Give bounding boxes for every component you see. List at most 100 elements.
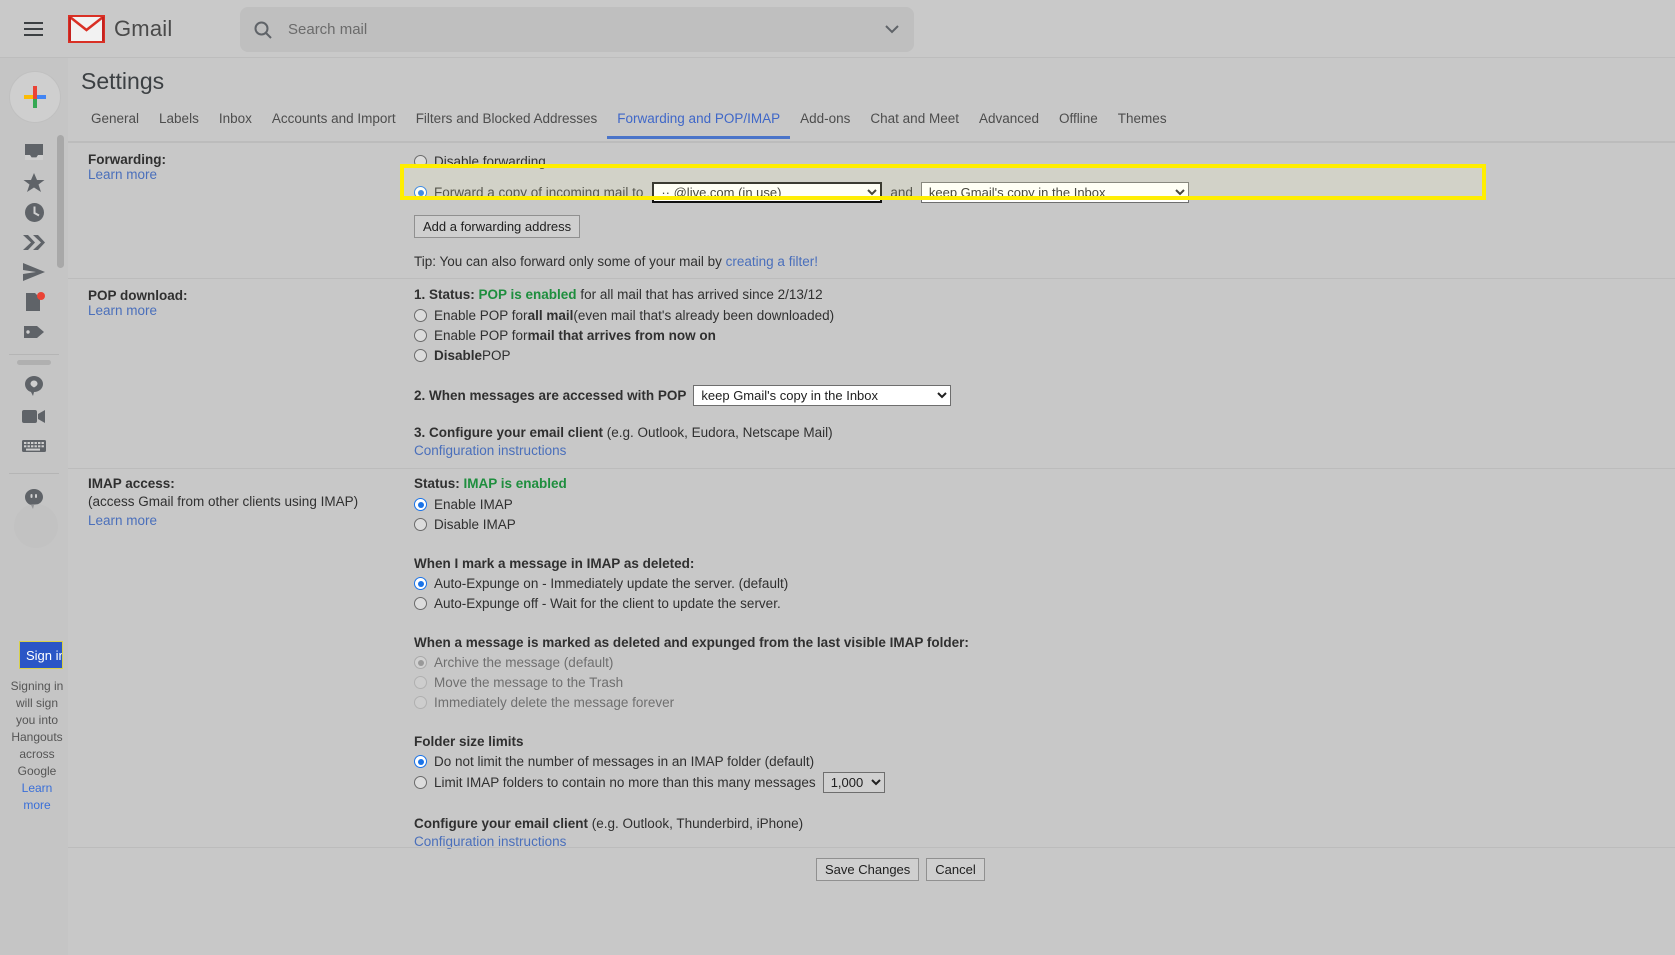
folder-size-limits-heading: Folder size limits <box>414 734 524 749</box>
option-no-folder-limit-label: Do not limit the number of messages in a… <box>434 754 815 769</box>
draft-icon <box>26 292 45 311</box>
sidebar-item-categories[interactable] <box>0 317 68 347</box>
radio-pop-from-now-on[interactable] <box>414 329 427 342</box>
forwarding-learn-more-link[interactable]: Learn more <box>88 167 157 182</box>
option-enable-imap[interactable]: Enable IMAP <box>414 495 969 514</box>
chevron-down-icon[interactable] <box>870 25 914 34</box>
tab-chat-and-meet[interactable]: Chat and Meet <box>860 108 969 136</box>
creating-a-filter-link[interactable]: creating a filter! <box>726 254 818 269</box>
hangouts-watermark <box>14 504 58 548</box>
radio-no-folder-limit[interactable] <box>414 755 427 768</box>
search-input[interactable] <box>286 7 870 52</box>
pop-learn-more-link[interactable]: Learn more <box>88 303 157 318</box>
tab-forwarding-and-pop-imap[interactable]: Forwarding and POP/IMAP <box>607 108 791 139</box>
sidebar-item-meet[interactable] <box>0 401 68 431</box>
plus-icon <box>24 86 46 108</box>
imap-body: Status: IMAP is enabled Enable IMAP Disa… <box>414 476 969 849</box>
brand-label: Gmail <box>114 15 173 41</box>
tab-inbox[interactable]: Inbox <box>209 108 262 136</box>
radio-disable-forwarding[interactable] <box>414 155 427 168</box>
option-archive-message: Archive the message (default) <box>414 653 969 672</box>
option-folder-limit[interactable]: Limit IMAP folders to contain no more th… <box>414 772 969 793</box>
option-folder-limit-label: Limit IMAP folders to contain no more th… <box>434 775 816 790</box>
imap-deleted-heading: When I mark a message in IMAP as deleted… <box>414 556 695 571</box>
tab-themes[interactable]: Themes <box>1108 108 1177 136</box>
imap-learn-more-link[interactable]: Learn more <box>88 513 157 528</box>
forwarding-label: Forwarding: <box>88 152 166 167</box>
sidebar-item-chat[interactable] <box>0 371 68 401</box>
save-changes-button[interactable]: Save Changes <box>816 858 920 881</box>
sidebar-item-important[interactable] <box>0 227 68 257</box>
option-disable-forwarding[interactable]: Disable forwarding <box>414 152 1189 171</box>
sidebar-item-inbox[interactable] <box>0 137 68 167</box>
page-title: Settings <box>81 68 165 94</box>
footer-divider <box>68 847 1675 848</box>
option-archive-message-label: Archive the message (default) <box>434 655 614 670</box>
search-bar[interactable] <box>240 7 914 52</box>
rail-resize-handle[interactable] <box>17 360 51 365</box>
radio-move-to-trash <box>414 676 427 689</box>
option-pop-from-now-on[interactable]: Enable POP for mail that arrives from no… <box>414 326 951 345</box>
pop-body: 1. Status: POP is enabled for all mail t… <box>414 287 952 458</box>
imap-configure-client: Configure your email client (e.g. Outloo… <box>414 816 969 831</box>
pop-step3: 3. Configure your email client (e.g. Out… <box>414 425 951 440</box>
sign-in-learn-more-link[interactable]: Learn more <box>22 781 53 812</box>
radio-auto-expunge-off[interactable] <box>414 597 427 610</box>
tab-accounts-and-import[interactable]: Accounts and Import <box>262 108 406 136</box>
gmail-brand[interactable]: Gmail <box>68 14 173 43</box>
chat-bubble-icon <box>25 376 43 396</box>
option-forward-copy[interactable]: Forward a copy of incoming mail to ·· @l… <box>414 182 1189 203</box>
tab-offline[interactable]: Offline <box>1049 108 1108 136</box>
cancel-button[interactable]: Cancel <box>926 858 985 881</box>
imap-sublabel: (access Gmail from other clients using I… <box>88 494 359 509</box>
option-pop-disable[interactable]: Disable POP <box>414 346 951 365</box>
keyboard-icon <box>22 440 46 452</box>
and-label: and <box>890 185 913 200</box>
forwarding-tip-text: Tip: You can also forward only some of y… <box>414 254 726 269</box>
option-no-folder-limit[interactable]: Do not limit the number of messages in a… <box>414 752 969 771</box>
forwarding-address-select[interactable]: ·· @live.com (in use) <box>652 182 883 203</box>
sidebar-item-snoozed[interactable] <box>0 197 68 227</box>
imap-label: IMAP access: <box>88 476 175 491</box>
radio-folder-limit[interactable] <box>414 776 427 789</box>
settings-content: Settings General Labels Inbox Accounts a… <box>68 58 1675 955</box>
star-icon <box>23 172 45 192</box>
option-auto-expunge-off[interactable]: Auto-Expunge off - Wait for the client t… <box>414 594 969 613</box>
sidebar-item-starred[interactable] <box>0 167 68 197</box>
radio-delete-forever <box>414 696 427 709</box>
option-auto-expunge-on[interactable]: Auto-Expunge on - Immediately update the… <box>414 574 969 593</box>
forwarding-body: Disable forwarding Forward a copy of inc… <box>414 152 1189 269</box>
radio-forward-copy[interactable] <box>414 186 427 199</box>
tab-add-ons[interactable]: Add-ons <box>790 108 860 136</box>
tab-filters-and-blocked-addresses[interactable]: Filters and Blocked Addresses <box>406 108 608 136</box>
pop-status-prefix: 1. Status: <box>414 287 479 302</box>
option-disable-imap[interactable]: Disable IMAP <box>414 515 969 534</box>
option-pop-from-now-on-pre: Enable POP for <box>434 328 528 343</box>
gmail-logo-icon <box>68 14 105 43</box>
add-forwarding-address-button[interactable]: Add a forwarding address <box>414 215 581 238</box>
compose-button[interactable] <box>9 71 61 123</box>
option-disable-forwarding-label: Disable forwarding <box>434 154 546 169</box>
double-chevron-icon <box>23 234 45 250</box>
radio-disable-imap[interactable] <box>414 518 427 531</box>
imap-status-line: Status: IMAP is enabled <box>414 476 969 491</box>
option-pop-all-mail[interactable]: Enable POP for all mail (even mail that'… <box>414 306 951 325</box>
clock-icon <box>24 202 44 222</box>
hamburger-icon[interactable] <box>9 5 57 53</box>
sidebar-item-drafts[interactable] <box>0 287 68 317</box>
search-icon[interactable] <box>240 20 286 40</box>
folder-limit-select[interactable]: 1,000 <box>822 772 885 793</box>
radio-pop-all-mail[interactable] <box>414 309 427 322</box>
tab-advanced[interactable]: Advanced <box>969 108 1049 136</box>
radio-enable-imap[interactable] <box>414 498 427 511</box>
radio-pop-disable[interactable] <box>414 349 427 362</box>
radio-auto-expunge-on[interactable] <box>414 577 427 590</box>
sidebar-item-keyboard[interactable] <box>0 431 68 461</box>
sidebar-item-sent[interactable] <box>0 257 68 287</box>
tab-labels[interactable]: Labels <box>149 108 209 136</box>
sign-in-button[interactable]: Sign in <box>19 641 63 669</box>
tab-general[interactable]: General <box>81 108 149 136</box>
pop-configuration-instructions-link[interactable]: Configuration instructions <box>414 443 566 458</box>
forwarding-action-select[interactable]: keep Gmail's copy in the Inbox <box>920 182 1189 203</box>
pop-access-select[interactable]: keep Gmail's copy in the Inbox <box>693 385 952 406</box>
